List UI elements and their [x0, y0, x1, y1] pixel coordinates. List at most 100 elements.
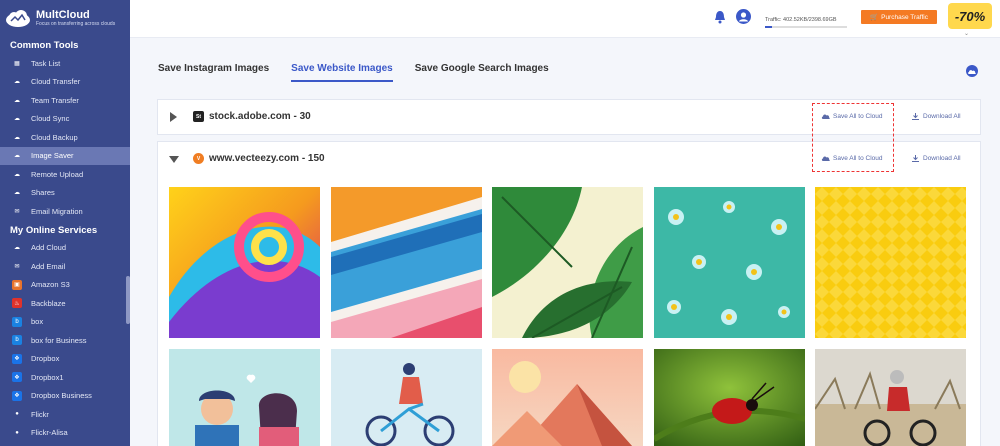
sidebar-item-flickr[interactable]: ● Flickr	[0, 405, 130, 424]
sidebar-item-box[interactable]: b box	[0, 313, 130, 332]
sidebar-item-label: Task List	[31, 58, 61, 68]
expand-arrow-icon[interactable]	[170, 112, 177, 122]
sidebar-item-cloud-transfer[interactable]: ☁ Cloud Transfer	[0, 73, 130, 92]
sidebar-item-image-saver[interactable]: ☁ Image Saver	[0, 146, 130, 165]
sidebar-item-backblaze[interactable]: ♨ Backblaze	[0, 294, 130, 313]
sidebar-item-label: Cloud Backup	[31, 132, 78, 142]
discount-promo-badge[interactable]: -70%	[948, 3, 992, 29]
save-all-highlight-box	[812, 103, 894, 172]
traffic-text: Traffic: 402.52KB/2398.69GB	[765, 17, 837, 23]
collapse-arrow-icon[interactable]	[169, 156, 179, 163]
sidebar-item-dropbox[interactable]: ❖ Dropbox	[0, 350, 130, 369]
grid-icon: ▦	[14, 60, 20, 67]
tab-save-google-search-images[interactable]: Save Google Search Images	[415, 63, 549, 82]
sidebar-item-label: Amazon S3	[31, 280, 70, 290]
amazon-s3-icon: ▣	[12, 279, 22, 290]
download-all-button[interactable]: Download All	[911, 155, 961, 162]
sidebar-item-label: Shares	[31, 188, 55, 198]
dropbox-icon: ❖	[12, 372, 22, 383]
sidebar-item-cloud-sync[interactable]: ☁ Cloud Sync	[0, 110, 130, 129]
source-site-name: www.vecteezy.com - 150	[209, 153, 325, 164]
yellow-pattern-image[interactable]	[815, 187, 966, 338]
sidebar-item-label: Cloud Sync	[31, 114, 70, 124]
sidebar-item-add-email[interactable]: ✉ Add Email	[0, 257, 130, 276]
tab-save-instagram-images[interactable]: Save Instagram Images	[158, 63, 269, 82]
sidebar-item-label: Dropbox	[31, 354, 60, 364]
sidebar-item-label: box	[31, 317, 44, 327]
sidebar-item-label: Add Cloud	[31, 243, 67, 253]
online-services-title: My Online Services	[10, 224, 98, 236]
sidebar-item-amazon-s3[interactable]: ▣ Amazon S3	[0, 276, 130, 295]
couple-illustration-image[interactable]	[169, 349, 320, 446]
sidebar-item-label: Cloud Transfer	[31, 77, 81, 87]
mountain-biker-image[interactable]	[815, 349, 966, 446]
add-cloud-icon: ☁	[14, 245, 20, 252]
geometric-stripes-image[interactable]	[331, 187, 482, 338]
sidebar-item-label: Flickr-Alisa	[31, 428, 68, 438]
app-tagline: Focus on transferring across clouds	[36, 21, 116, 27]
sidebar-item-email-migration[interactable]: ✉ Email Migration	[0, 202, 130, 221]
cloud-backup-icon: ☁	[14, 134, 20, 141]
sidebar-item-shares[interactable]: ☁ Shares	[0, 184, 130, 203]
download-icon	[912, 155, 919, 162]
traffic-progress-fill	[765, 26, 772, 28]
bicycle-illustration-image[interactable]	[331, 349, 482, 446]
download-all-label: Download All	[923, 113, 961, 120]
download-all-button[interactable]: Download All	[911, 113, 961, 120]
stock-adobe-favicon-icon: St	[193, 111, 204, 122]
purchase-traffic-button[interactable]: 🛒 Purchase Traffic	[861, 10, 937, 24]
team-transfer-icon: ☁	[14, 97, 20, 104]
shares-icon: ☁	[14, 190, 20, 197]
cloud-upload-icon[interactable]	[966, 65, 978, 77]
source-site-name: stock.adobe.com - 30	[209, 111, 311, 122]
download-icon	[912, 113, 919, 120]
image-saver-tabs: Save Instagram Images Save Website Image…	[158, 63, 571, 82]
sidebar-item-flickr-alisa[interactable]: ● Flickr-Alisa	[0, 424, 130, 443]
palm-leaves-image[interactable]	[492, 187, 643, 338]
logo[interactable]: MultCloud Focus on transferring across c…	[0, 0, 130, 36]
sidebar-item-label: Flickr	[31, 409, 49, 419]
sidebar-item-box-for-business[interactable]: b box for Business	[0, 331, 130, 350]
abstract-swirl-image[interactable]	[169, 187, 320, 338]
backblaze-icon: ♨	[12, 298, 22, 309]
sidebar-item-task-list[interactable]: ▦ Task List	[0, 54, 130, 73]
sidebar-item-team-transfer[interactable]: ☁ Team Transfer	[0, 91, 130, 110]
sidebar-item-add-cloud[interactable]: ☁ Add Cloud	[0, 239, 130, 258]
sidebar-item-label: Add Email	[31, 261, 66, 271]
sidebar-item-label: box for Business	[31, 335, 87, 345]
flickr-icon: ●	[15, 411, 19, 418]
sidebar-scrollbar[interactable]	[126, 276, 130, 324]
sidebar-item-cloud-backup[interactable]: ☁ Cloud Backup	[0, 128, 130, 147]
cart-icon: 🛒	[870, 14, 879, 21]
sidebar-item-dropbox-business[interactable]: ❖ Dropbox Business	[0, 387, 130, 406]
image-saver-icon: ☁	[14, 153, 20, 160]
flower-pattern-image[interactable]	[654, 187, 805, 338]
dropbox-icon: ❖	[12, 390, 22, 401]
user-avatar-icon[interactable]	[736, 9, 751, 24]
sidebar-item-label: Backblaze	[31, 298, 66, 308]
chevron-down-icon[interactable]: ⌄	[964, 30, 972, 37]
cloud-transfer-icon: ☁	[14, 79, 20, 86]
red-beetle-image[interactable]	[654, 349, 805, 446]
sidebar-item-label: Remote Upload	[31, 169, 84, 179]
common-tools-title: Common Tools	[10, 40, 79, 51]
sidebar-item-remote-upload[interactable]: ☁ Remote Upload	[0, 165, 130, 184]
multcloud-logo-icon	[6, 10, 30, 27]
purchase-label: Purchase Traffic	[881, 13, 928, 21]
tab-save-website-images[interactable]: Save Website Images	[291, 63, 393, 82]
dropbox-icon: ❖	[12, 353, 22, 364]
pyramid-sunset-image[interactable]	[492, 349, 643, 446]
email-migration-icon: ✉	[14, 208, 20, 215]
top-bar: Traffic: 402.52KB/2398.69GB 🛒 Purchase T…	[130, 0, 1000, 38]
sidebar-item-label: Dropbox1	[31, 372, 64, 382]
add-email-icon: ✉	[14, 263, 20, 270]
image-gallery	[157, 177, 981, 446]
cloud-sync-icon: ☁	[14, 116, 20, 123]
bell-icon[interactable]	[714, 10, 726, 24]
sidebar-item-dropbox1[interactable]: ❖ Dropbox1	[0, 368, 130, 387]
traffic-progress-bar	[765, 26, 847, 28]
sidebar-item-label: Email Migration	[31, 206, 83, 216]
vecteezy-favicon-icon: V	[193, 153, 204, 164]
sidebar-item-label: Team Transfer	[31, 95, 79, 105]
flickr-icon: ●	[15, 429, 19, 436]
